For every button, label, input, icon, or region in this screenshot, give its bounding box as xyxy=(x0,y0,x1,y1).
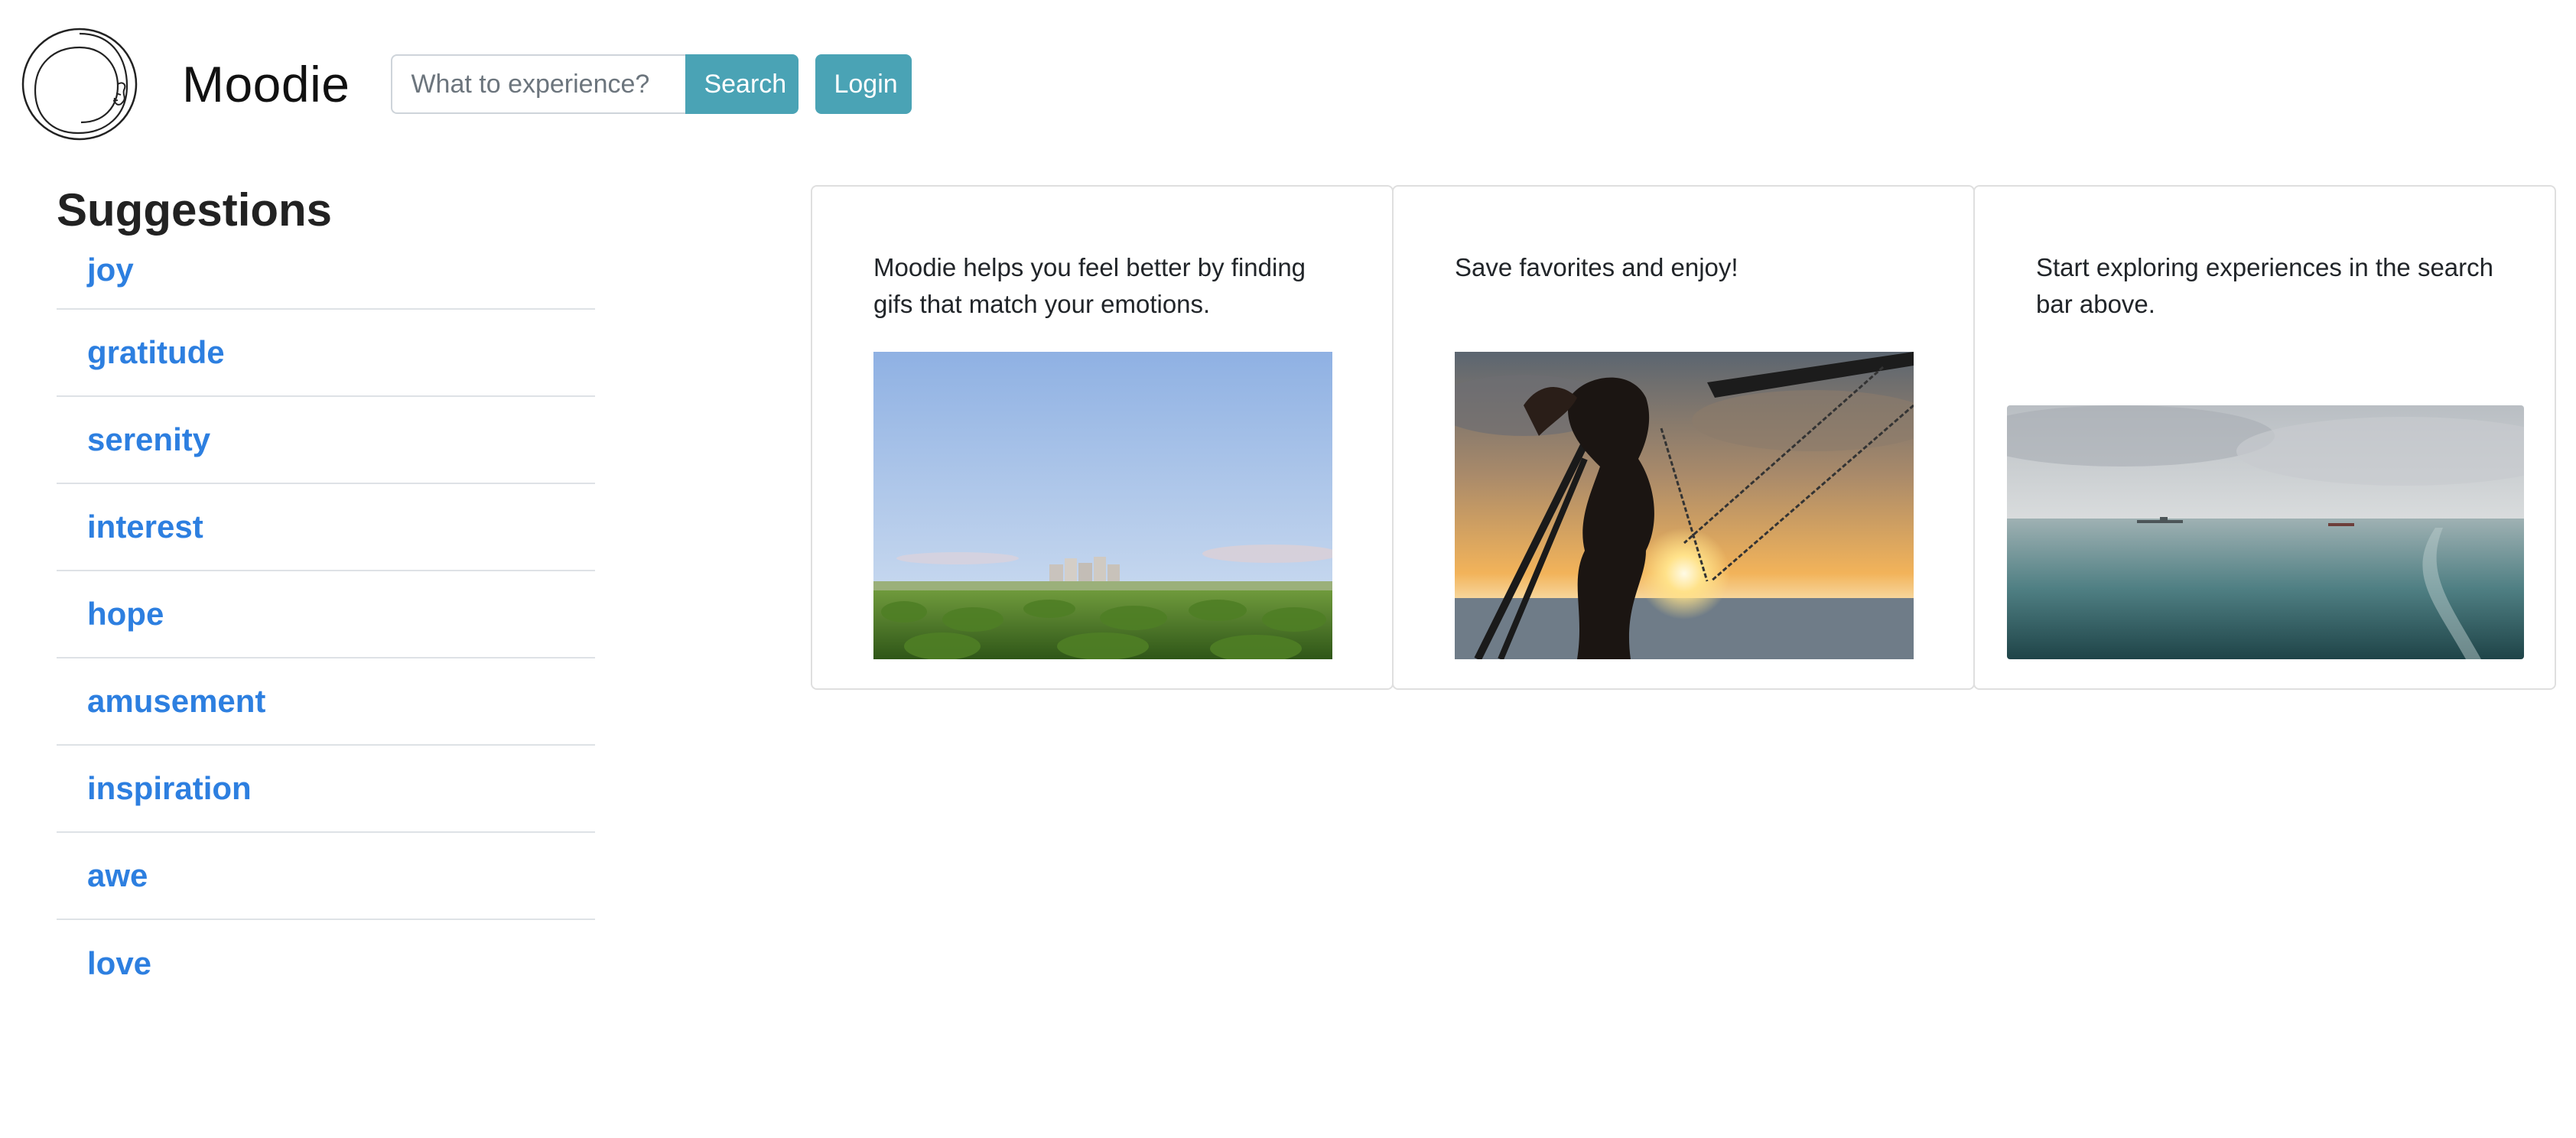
card-text: Start exploring experiences in the searc… xyxy=(2036,253,2493,318)
suggestion-item: joy xyxy=(57,245,595,310)
suggestion-link-awe[interactable]: awe xyxy=(87,857,148,894)
suggestion-link-serenity[interactable]: serenity xyxy=(87,421,210,458)
header: Moodie Search Login xyxy=(20,23,912,145)
suggestion-link-interest[interactable]: interest xyxy=(87,509,203,545)
calm-sea-with-ships-image xyxy=(2007,405,2524,659)
suggestion-item: serenity xyxy=(57,397,595,484)
card-text: Moodie helps you feel better by finding … xyxy=(873,253,1306,318)
search-input[interactable] xyxy=(391,54,686,114)
suggestions-title: Suggestions xyxy=(57,184,333,236)
suggestion-link-amusement[interactable]: amusement xyxy=(87,683,265,720)
girl-on-swing-at-sunset-image xyxy=(1455,352,1914,659)
suggestion-link-gratitude[interactable]: gratitude xyxy=(87,334,225,371)
suggestion-item: inspiration xyxy=(57,746,595,833)
suggestion-link-love[interactable]: love xyxy=(87,945,151,982)
suggestion-item: gratitude xyxy=(57,310,595,397)
suggestion-item: awe xyxy=(57,833,595,920)
info-card: Moodie helps you feel better by finding … xyxy=(811,185,1394,690)
field-with-city-skyline-image xyxy=(873,352,1332,659)
suggestion-item: amusement xyxy=(57,658,595,746)
suggestion-link-joy[interactable]: joy xyxy=(87,252,134,288)
moodie-logo-icon[interactable] xyxy=(20,24,144,144)
suggestion-item: hope xyxy=(57,571,595,658)
card-text: Save favorites and enjoy! xyxy=(1455,253,1738,281)
suggestion-item: interest xyxy=(57,484,595,571)
info-card: Start exploring experiences in the searc… xyxy=(1973,185,2556,690)
brand-name[interactable]: Moodie xyxy=(182,55,350,113)
suggestions-list: joy gratitude serenity interest hope amu… xyxy=(57,245,595,1007)
search-group: Search xyxy=(391,54,799,114)
suggestion-item: love xyxy=(57,920,595,1007)
info-cards: Moodie helps you feel better by finding … xyxy=(811,185,2556,690)
suggestion-link-inspiration[interactable]: inspiration xyxy=(87,770,252,807)
login-button[interactable]: Login xyxy=(815,54,912,114)
info-card: Save favorites and enjoy! xyxy=(1392,185,1975,690)
suggestions-panel: Suggestions joy gratitude serenity inter… xyxy=(57,184,595,1007)
suggestion-link-hope[interactable]: hope xyxy=(87,596,164,632)
search-button[interactable]: Search xyxy=(685,54,799,114)
